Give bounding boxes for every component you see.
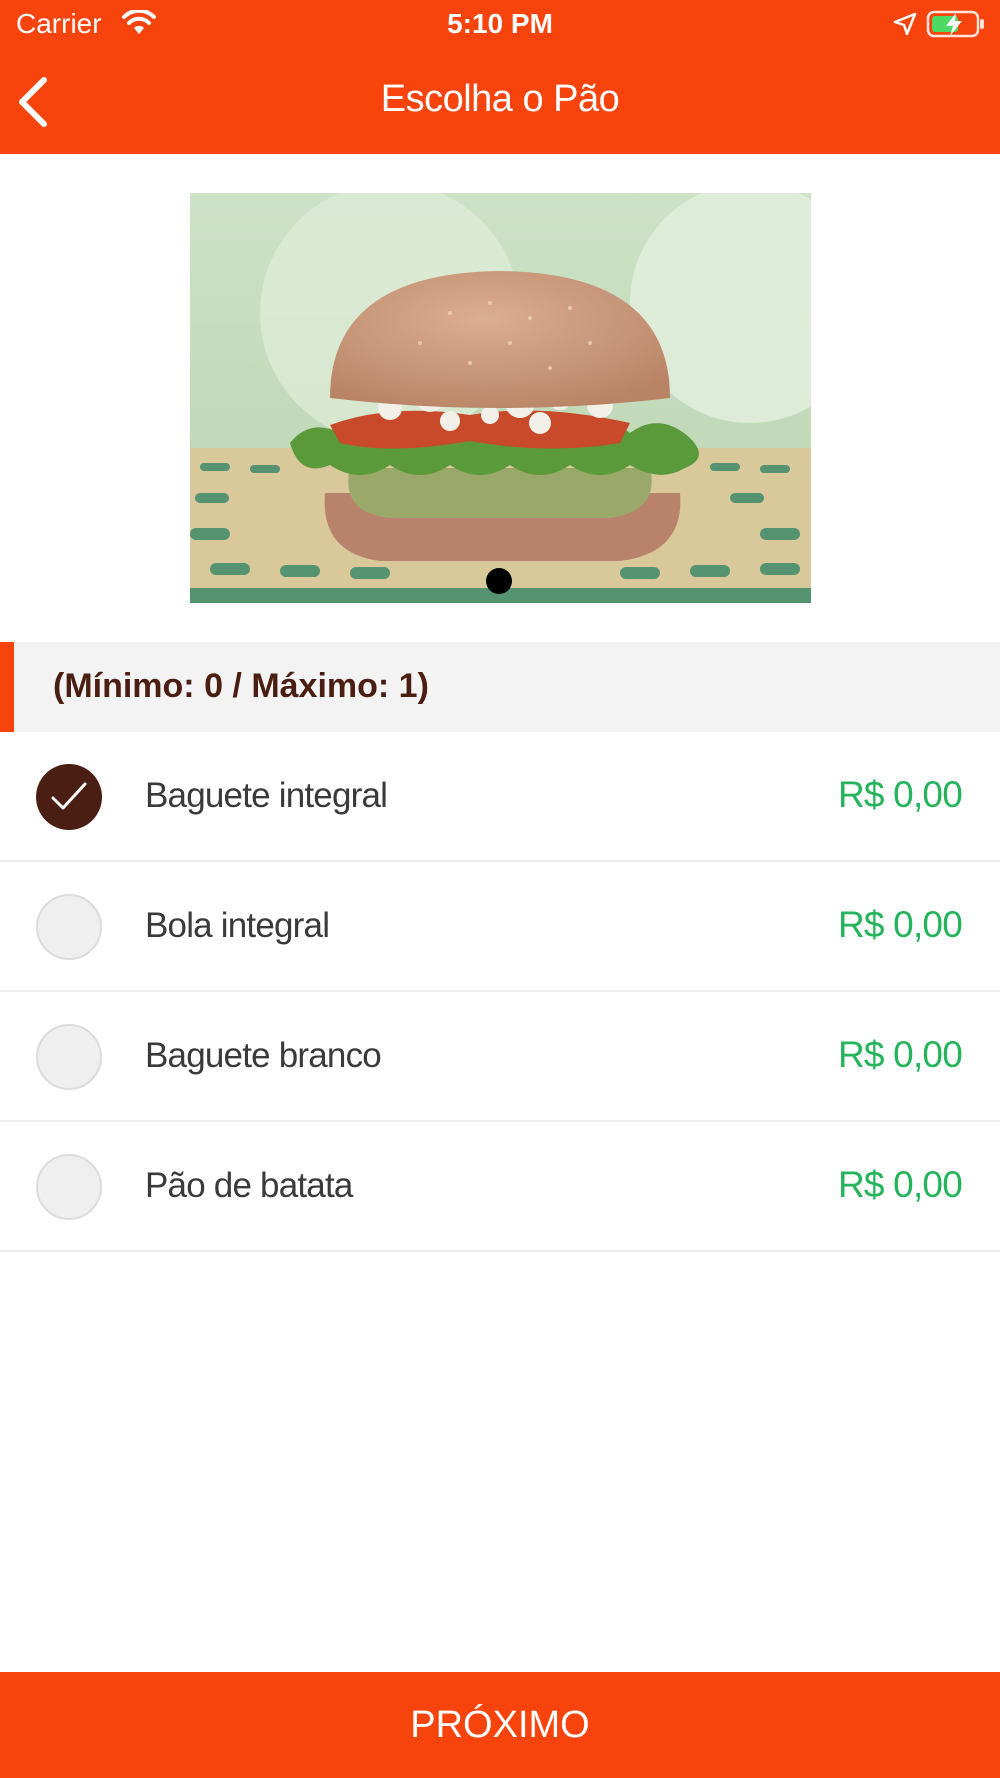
navigation-bar: Escolha o Pão — [0, 50, 1000, 154]
location-arrow-icon — [893, 12, 917, 41]
battery-charging-icon — [926, 9, 986, 44]
option-row[interactable]: Baguete branco R$ 0,00 — [0, 992, 1000, 1122]
option-label: Baguete branco — [145, 1036, 382, 1075]
option-price: R$ 0,00 — [838, 1164, 963, 1205]
option-price: R$ 0,00 — [838, 1034, 963, 1075]
radio-unchecked[interactable] — [36, 1024, 102, 1090]
clock: 5:10 PM — [447, 8, 553, 39]
selection-limits-label: (Mínimo: 0 / Máximo: 1) — [53, 667, 429, 705]
section-accent-bar — [0, 642, 14, 732]
option-row[interactable]: Pão de batata R$ 0,00 — [0, 1122, 1000, 1252]
option-label: Bola integral — [145, 906, 330, 945]
option-price: R$ 0,00 — [838, 774, 963, 815]
option-price: R$ 0,00 — [838, 904, 963, 945]
option-row[interactable]: Baguete integral R$ 0,00 — [0, 732, 1000, 862]
status-bar: Carrier 5:10 PM — [0, 0, 1000, 50]
radio-unchecked[interactable] — [36, 894, 102, 960]
option-label: Pão de batata — [145, 1166, 353, 1205]
radio-unchecked[interactable] — [36, 1154, 102, 1220]
carousel-page-indicator[interactable] — [486, 568, 512, 594]
page-title: Escolha o Pão — [380, 78, 620, 120]
next-button[interactable]: PRÓXIMO — [0, 1672, 1000, 1778]
section-header: (Mínimo: 0 / Máximo: 1) — [0, 642, 1000, 732]
radio-checked[interactable] — [36, 764, 102, 830]
product-image[interactable] — [190, 193, 811, 603]
option-label: Baguete integral — [145, 776, 388, 815]
option-row[interactable]: Bola integral R$ 0,00 — [0, 862, 1000, 992]
checkmark-icon — [51, 782, 87, 810]
